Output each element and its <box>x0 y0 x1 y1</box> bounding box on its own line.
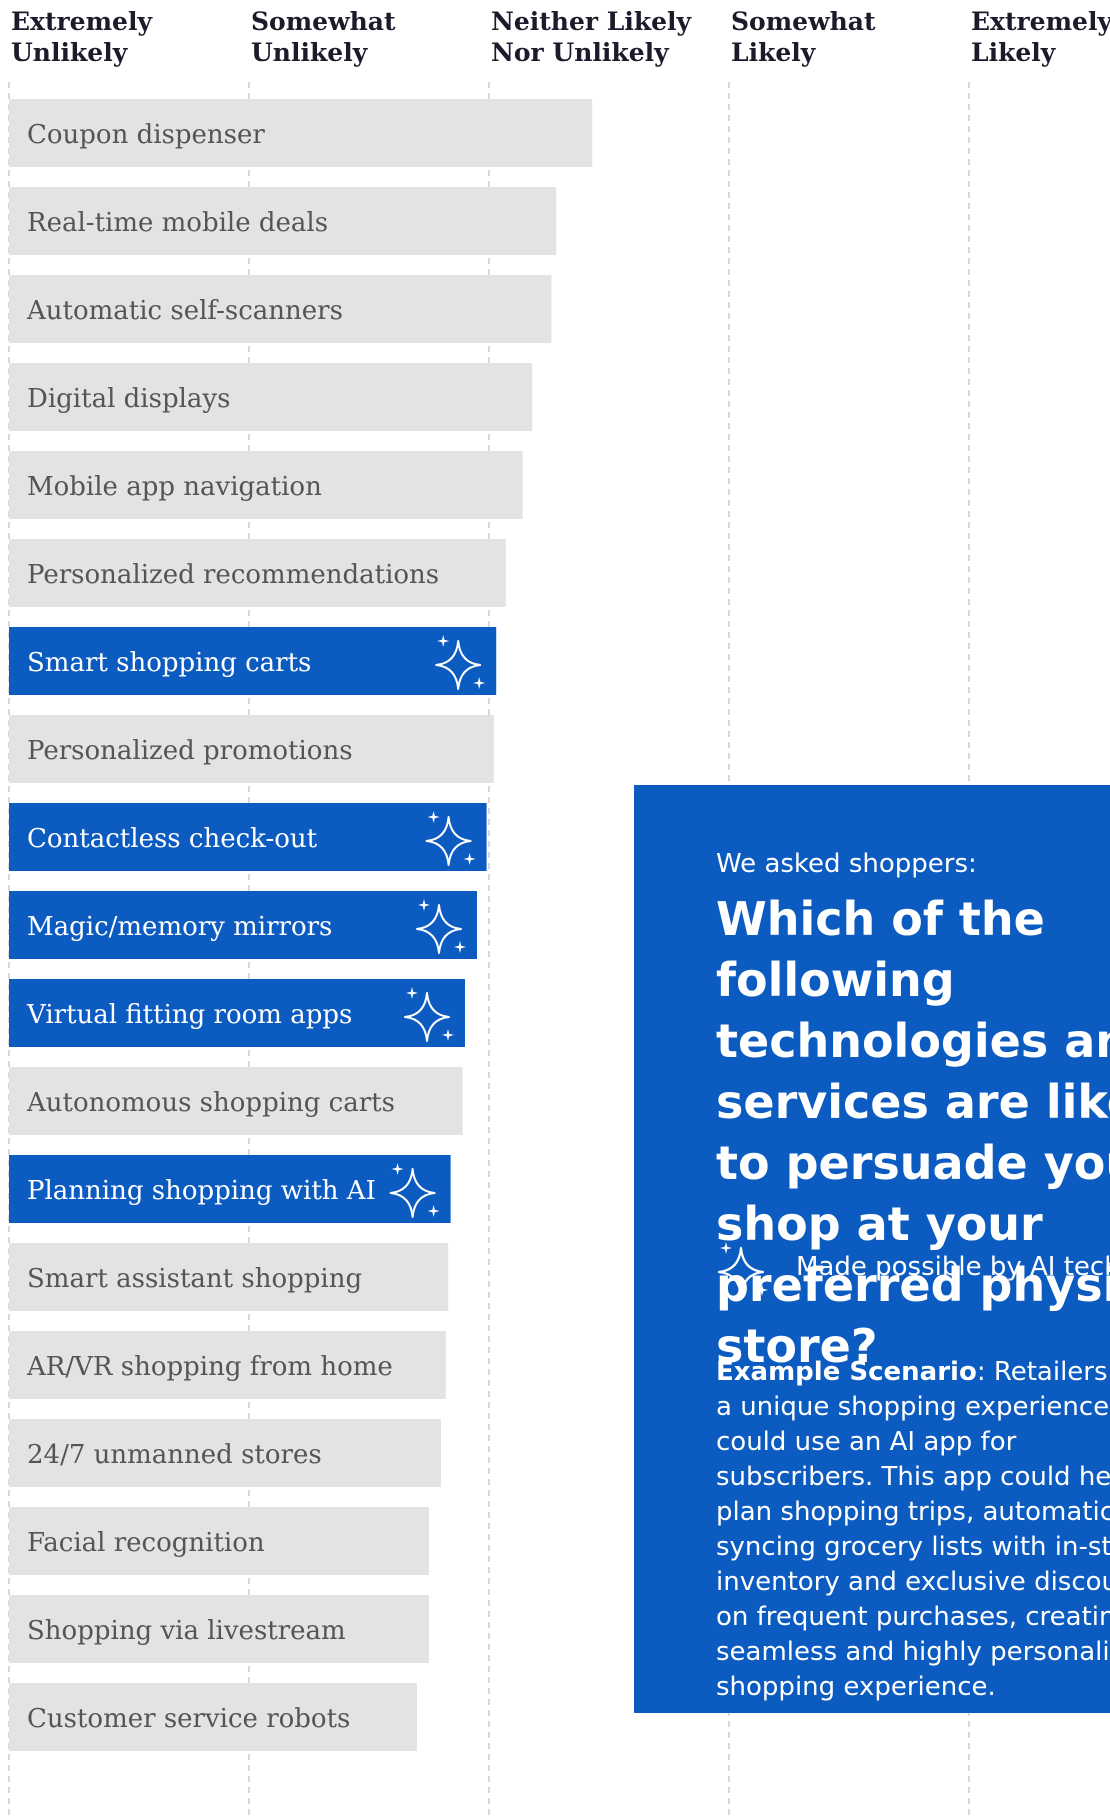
bar-label: Automatic self-scanners <box>26 296 343 326</box>
scenario-label: Example Scenario <box>716 1357 977 1387</box>
bar-label: Personalized promotions <box>27 736 353 766</box>
bar-label: AR/VR shopping from home <box>26 1352 393 1382</box>
bar-label: Coupon dispenser <box>27 120 265 150</box>
bar-label: Mobile app navigation <box>27 472 322 502</box>
bar-label: Smart shopping carts <box>27 648 311 678</box>
bar-label: Shopping via livestream <box>27 1616 346 1646</box>
panel-intro: We asked shoppers: <box>716 849 977 879</box>
bar-label: Magic/memory mirrors <box>27 912 332 942</box>
bar-label: Contactless check-out <box>27 824 318 854</box>
bar-label: Personalized recommendations <box>27 560 439 590</box>
scenario-text: : Retailers with a unique shopping exper… <box>716 1357 1110 1702</box>
bar-label: Planning shopping with AI <box>27 1176 376 1206</box>
sparkle-icon <box>717 1242 768 1298</box>
panel-question: Which of the following technologies and … <box>716 892 1110 1373</box>
ai-note-text: Made possible by AI technology <box>796 1252 1110 1282</box>
bar-label: Virtual fitting room apps <box>26 1000 352 1030</box>
info-panel: We asked shoppers: Which of the followin… <box>634 785 1110 1713</box>
bar-label: Facial recognition <box>27 1528 265 1558</box>
bar-label: Customer service robots <box>27 1704 350 1734</box>
bar-label: Digital displays <box>27 384 230 414</box>
example-scenario: Example Scenario: Retailers with a uniqu… <box>716 1355 1110 1705</box>
bar-label: Smart assistant shopping <box>27 1264 362 1294</box>
bar-label: Autonomous shopping carts <box>26 1088 395 1118</box>
bar-label: 24/7 unmanned stores <box>27 1440 322 1470</box>
bar-label: Real-time mobile deals <box>27 208 328 238</box>
